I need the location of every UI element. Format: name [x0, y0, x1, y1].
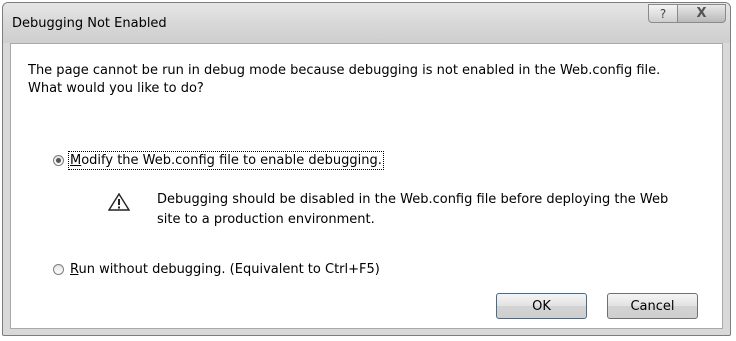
title-buttons: ? X	[648, 4, 726, 23]
warning-line-2: site to a production environment.	[157, 212, 375, 227]
help-button[interactable]: ?	[648, 4, 678, 23]
message-line-1: The page cannot be run in debug mode bec…	[28, 63, 661, 78]
warning-text: Debugging should be disabled in the Web.…	[157, 190, 717, 230]
close-button[interactable]: X	[678, 4, 726, 23]
message-line-2: What would you like to do?	[28, 81, 204, 96]
ok-button[interactable]: OK	[496, 293, 587, 319]
radio-run-without-debugging[interactable]	[53, 264, 64, 275]
radio-modify-webconfig[interactable]	[53, 155, 64, 166]
cancel-button[interactable]: Cancel	[607, 293, 698, 319]
close-icon: X	[696, 6, 707, 21]
message-text: The page cannot be run in debug mode bec…	[28, 62, 718, 98]
mnemonic-m: M	[70, 153, 82, 168]
option-run-without-debugging-label[interactable]: Run without debugging. (Equivalent to Ct…	[70, 262, 380, 277]
title-bar[interactable]: Debugging Not Enabled ? X	[3, 3, 730, 43]
dialog-content: The page cannot be run in debug mode bec…	[10, 43, 723, 329]
help-icon: ?	[659, 6, 667, 21]
dialog-window: Debugging Not Enabled ? X The page canno…	[2, 2, 731, 336]
warning-note: Debugging should be disabled in the Web.…	[108, 190, 717, 230]
option-modify-label-rest: odify the Web.config file to enable debu…	[81, 153, 382, 168]
warning-line-1: Debugging should be disabled in the Web.…	[157, 192, 669, 207]
option-run-label-rest: un without debugging. (Equivalent to Ctr…	[78, 262, 380, 277]
warning-icon	[108, 193, 130, 211]
dialog-title: Debugging Not Enabled	[12, 16, 167, 31]
option-modify-webconfig[interactable]: Modify the Web.config file to enable deb…	[53, 151, 384, 170]
option-run-without-debugging[interactable]: Run without debugging. (Equivalent to Ct…	[53, 262, 380, 277]
option-modify-webconfig-label[interactable]: Modify the Web.config file to enable deb…	[68, 151, 384, 170]
